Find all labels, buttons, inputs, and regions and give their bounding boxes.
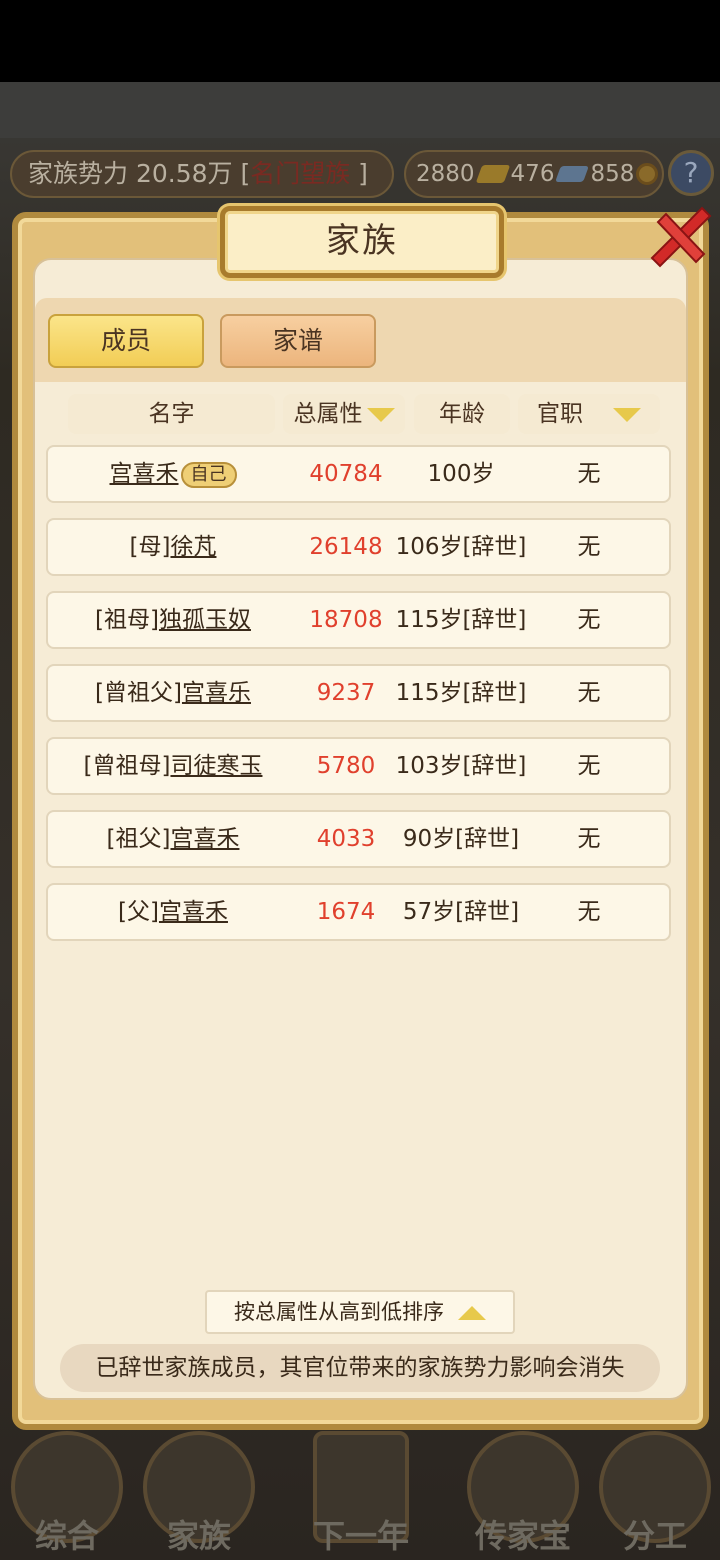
top-nav-strip [0,82,720,138]
self-badge: 自己 [180,461,237,488]
member-name[interactable]: 司徒寒玉 [170,753,262,779]
modal-title: 家族 [220,206,504,278]
tab-members[interactable]: 成员 [48,314,204,368]
member-name-cell: [父]宫喜禾 [48,885,298,939]
family-power-label: 家族势力 20.58万 [ [28,159,251,188]
nav-division-label: 分工 [622,1517,687,1555]
bottom-nav: 综合 家族 下一年 传家宝 分工 [0,1425,720,1560]
member-attr: 9237 [316,680,376,706]
sort-up-icon [458,1306,486,1320]
resource-bar: 家族势力 20.58万 [名门望族 ] 2880 476 858 [0,150,720,200]
coin-count: 858 [590,161,635,187]
sort-label: 按总属性从高到低排序 [234,1300,444,1324]
member-attr: 5780 [316,753,376,779]
member-relation: [祖母] [95,607,159,633]
column-header-name[interactable]: 名字 [68,394,275,434]
nav-heirloom[interactable]: 传家宝 [458,1425,588,1560]
nav-family[interactable]: 家族 [134,1425,264,1560]
nav-heirloom-label: 传家宝 [474,1517,571,1555]
nav-next-year-label: 下一年 [312,1517,409,1555]
member-row[interactable]: [曾祖母]司徒寒玉 5780 103岁[辞世] 无 [46,737,671,795]
member-post: 无 [577,899,601,925]
member-name-cell: [曾祖母]司徒寒玉 [48,739,298,793]
member-relation: [曾祖母] [83,753,171,779]
member-row[interactable]: [母]徐芃 26148 106岁[辞世] 无 [46,518,671,576]
silver-count: 476 [510,161,555,187]
member-name[interactable]: 宫喜乐 [182,680,251,706]
member-name[interactable]: 独孤玉奴 [159,607,251,633]
nav-family-label: 家族 [166,1517,231,1555]
sort-down-icon [366,407,395,422]
member-age: 115岁[辞世] [395,680,527,706]
member-post: 无 [577,607,601,633]
member-name[interactable]: 宫喜禾 [170,826,239,852]
member-row[interactable]: [父]宫喜禾 1674 57岁[辞世] 无 [46,883,671,941]
column-header-name-label: 名字 [148,401,195,427]
member-attr: 4033 [316,826,376,852]
column-header-attr-label: 总属性 [293,401,363,427]
column-header-age-label: 年龄 [439,401,485,427]
help-button[interactable]: ? [668,150,714,196]
currency-pill[interactable]: 2880 476 858 [404,150,664,198]
nav-general[interactable]: 综合 [2,1425,132,1560]
member-post: 无 [577,826,601,852]
member-relation: [父] [118,899,159,925]
member-age: 103岁[辞世] [395,753,527,779]
column-header-attr[interactable]: 总属性 [283,394,405,434]
deceased-notice: 已辞世家族成员，其官位带来的家族势力影响会消失 [60,1344,660,1392]
member-name-cell: [祖母]独孤玉奴 [48,593,298,647]
column-header-post-label: 官职 [537,401,583,427]
close-icon [650,206,712,268]
member-relation: [母] [129,534,171,560]
member-attr: 26148 [309,534,383,560]
nav-division[interactable]: 分工 [590,1425,720,1560]
close-button[interactable] [644,200,718,274]
member-relation: [曾祖父] [95,680,182,706]
gold-count: 2880 [416,161,475,187]
member-name-cell: [曾祖父]宫喜乐 [48,666,298,720]
member-name-cell: 宫喜禾 自己 [48,447,298,501]
member-relation: [祖父] [106,826,171,852]
silver-ingot-icon [555,166,590,182]
coin-icon [636,163,659,185]
column-header-age[interactable]: 年龄 [414,394,510,434]
member-row[interactable]: [祖母]独孤玉奴 18708 115岁[辞世] 无 [46,591,671,649]
member-post: 无 [577,753,601,779]
sort-toggle-button[interactable]: 按总属性从高到低排序 [205,1290,515,1334]
member-age: 57岁[辞世] [402,899,520,925]
member-age: 106岁[辞世] [395,534,527,560]
member-age: 115岁[辞世] [395,607,527,633]
column-header-post[interactable]: 官职 [518,394,660,434]
family-rank: 名门望族 [250,159,351,188]
family-power-pill[interactable]: 家族势力 20.58万 [名门望族 ] [10,150,394,198]
member-row[interactable]: [曾祖父]宫喜乐 9237 115岁[辞世] 无 [46,664,671,722]
member-attr: 40784 [309,461,383,487]
family-power-suffix: ] [350,159,368,188]
member-post: 无 [577,461,601,487]
member-age: 100岁 [427,461,495,487]
status-bar [0,0,720,82]
member-row[interactable]: 宫喜禾 自己 40784 100岁 无 [46,445,671,503]
tab-family-tree[interactable]: 家谱 [220,314,376,368]
member-post: 无 [577,680,601,706]
member-name-cell: [母]徐芃 [48,520,298,574]
member-attr: 1674 [316,899,376,925]
gold-ingot-icon [475,165,510,183]
member-name[interactable]: 徐芃 [170,534,216,560]
member-name[interactable]: 宫喜禾 [159,899,228,925]
member-attr: 18708 [309,607,383,633]
member-name[interactable]: 宫喜禾 [110,461,179,487]
member-age: 90岁[辞世] [402,826,520,852]
filter-down-icon [613,407,641,422]
nav-next-year[interactable]: 下一年 [296,1425,426,1560]
nav-general-label: 综合 [34,1517,99,1555]
member-row[interactable]: [祖父]宫喜禾 4033 90岁[辞世] 无 [46,810,671,868]
member-name-cell: [祖父]宫喜禾 [48,812,298,866]
member-post: 无 [577,534,601,560]
